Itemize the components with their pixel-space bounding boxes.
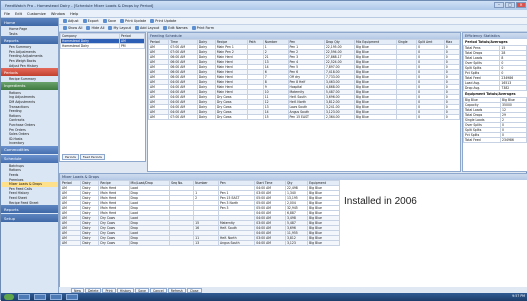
start-button[interactable] <box>4 294 14 300</box>
stat-row: Total Feed 234986 <box>462 137 527 143</box>
cell[interactable]: 2,364.00 <box>323 114 355 120</box>
stat-value: 234986 <box>500 137 527 143</box>
taskbar-clock: 9:57 PM <box>512 294 525 298</box>
cell[interactable]: 15 <box>262 114 289 120</box>
table-row[interactable]: AM 07:00 AM Dairy Dry Cows 15 Pen 15 EAST 2,36… <box>147 114 461 120</box>
toolbar1-icon-1 <box>82 19 87 23</box>
navigation-pane: Home Home Page Tasks Reports Pen Summary Pen … <box>1 18 59 301</box>
nav-section-schedule[interactable]: Schedule <box>1 154 58 163</box>
toolbar1-icon-3 <box>120 19 125 23</box>
maximize-button[interactable]: □ <box>505 2 515 8</box>
cell[interactable]: Dry Cows <box>98 240 130 246</box>
taskbar-app-1[interactable] <box>18 294 30 300</box>
menu-bar: File Edit Customize Window Help <box>1 10 527 18</box>
company-period-panel: Company Period Homestead Dairy AM Homestead … <box>59 32 146 162</box>
toolbar2-button-1[interactable]: Hide All <box>86 26 104 30</box>
taskbar-app-4[interactable] <box>66 294 78 300</box>
taskbar-app-2[interactable] <box>34 294 46 300</box>
cell: PM <box>119 43 145 49</box>
tab-feed-periods[interactable]: Feed Periods <box>79 154 105 160</box>
menu-window[interactable]: Window <box>51 12 65 16</box>
toolbar1-button-3[interactable]: Print Update <box>120 19 146 23</box>
toolbar1-icon-2 <box>102 19 107 23</box>
cell[interactable] <box>169 240 195 246</box>
toolbar2-button-0[interactable]: Show All <box>63 26 82 30</box>
title-bar: FeedWatch Pro - Homestead Dairy - [Sched… <box>1 1 527 10</box>
period-totals-table: Total Pens 15 Total Drops 28 Total Loads 8 Ove… <box>462 45 527 91</box>
cell[interactable]: 0 <box>416 114 445 120</box>
cell[interactable] <box>246 114 264 120</box>
cell[interactable]: 3,123 <box>284 240 309 246</box>
cell[interactable]: Big Blue <box>307 240 340 246</box>
cell[interactable]: 04:00 AM <box>254 240 286 246</box>
toolbar2-button-3[interactable]: Add Layout <box>135 26 159 30</box>
close-button[interactable]: × <box>516 2 526 8</box>
minimize-button[interactable]: – <box>494 2 504 8</box>
nav-section-ingredients[interactable]: Ingredients <box>1 81 58 90</box>
toolbar1-button-2[interactable]: Save <box>102 19 116 23</box>
taskbar-app-3[interactable] <box>50 294 62 300</box>
stat-label: Total Feed <box>462 137 502 143</box>
toolbar1-icon-0 <box>63 19 67 23</box>
menu-edit[interactable]: Edit <box>15 12 22 16</box>
toolbar2-icon-4 <box>163 26 168 30</box>
feeding-schedule-panel: Feeding Schedule Period Time Dairy Recipe Pa… <box>147 32 461 172</box>
window-title: FeedWatch Pro - Homestead Dairy - [Sched… <box>5 3 154 8</box>
menu-help[interactable]: Help <box>70 12 78 16</box>
installed-caption: Installed in 2006 <box>344 196 417 207</box>
cell[interactable]: Dry Cows <box>214 114 248 120</box>
cell[interactable]: Drop <box>128 240 171 246</box>
toolbar-primary: Adjust Export Save Print Update Print Update <box>59 18 527 25</box>
toolbar2-icon-3 <box>135 26 139 30</box>
cell[interactable] <box>395 114 418 120</box>
toolbar2-icon-2 <box>108 26 113 30</box>
toolbar2-button-5[interactable]: Print Form <box>191 26 214 30</box>
table-row[interactable]: AM Dairy Dry Cows Drop 13 Angus South 04:00 AM… <box>59 240 340 246</box>
cell[interactable]: Big Blue <box>353 114 398 120</box>
toolbar2-button-4[interactable]: Edit Names <box>163 26 188 30</box>
toolbar1-button-1[interactable]: Export <box>82 19 99 23</box>
cell[interactable]: AM <box>147 114 170 120</box>
cell[interactable]: Pen 15 EAST <box>287 114 325 120</box>
cell[interactable]: AM <box>59 240 82 246</box>
nav-section-commodities[interactable]: Commodities <box>1 145 58 154</box>
mixer-loads-panel: Mixer Loads & Drops Period Dairy Recipe Mix… <box>59 173 527 293</box>
nav-section-reports[interactable]: Reports <box>1 36 58 45</box>
stat-label: Drop Avg. <box>462 85 501 91</box>
nav-section-setup[interactable]: Setup <box>1 214 58 223</box>
toolbar1-button-4[interactable]: Print Update <box>150 19 176 23</box>
stat-value: 7382 <box>499 85 527 91</box>
menu-file[interactable]: File <box>4 12 10 16</box>
feeding-schedule-table: Period Time Dairy Recipe Path Number Pen Drop Q… <box>147 39 461 120</box>
cell[interactable]: 0 <box>443 114 461 120</box>
menu-customize[interactable]: Customize <box>27 12 46 16</box>
cell[interactable]: Dairy <box>80 240 100 246</box>
equipment-totals-table: Big Blue Big Blue Capacity 35000 Total Loads… <box>462 97 527 143</box>
efficiency-statistics-panel: Efficiency Statistics Period Totals/Aver… <box>462 32 527 172</box>
toolbar1-icon-4 <box>150 19 155 23</box>
nav-section-reports[interactable]: Reports <box>1 205 58 214</box>
toolbar2-icon-5 <box>191 26 196 30</box>
company-row[interactable]: Homestead Dairy PM <box>59 43 145 49</box>
cell[interactable]: 13 <box>193 240 219 246</box>
cell[interactable]: Dairy <box>196 114 216 120</box>
toolbar-secondary: Show All Hide All My Layout Add Layout Edit … <box>59 25 527 32</box>
cell: Homestead Dairy <box>59 43 121 49</box>
mixer-loads-table: Period Dairy Recipe Mix/Load/Drop Seq No. Num… <box>59 180 340 246</box>
toolbar2-button-2[interactable]: My Layout <box>108 26 131 30</box>
tab-periods[interactable]: Periods <box>62 154 79 160</box>
app-window: FeedWatch Pro - Homestead Dairy - [Sched… <box>0 0 527 301</box>
toolbar2-icon-0 <box>63 26 67 30</box>
company-table: Company Period Homestead Dairy AM Homestead … <box>59 33 145 49</box>
toolbar1-button-0[interactable]: Adjust <box>63 19 79 23</box>
cell[interactable]: 07:00 AM <box>168 114 198 120</box>
nav-section-periods[interactable]: Periods <box>1 68 58 77</box>
toolbar2-icon-1 <box>86 26 91 30</box>
stat-row: Drop Avg. 7382 <box>462 85 527 91</box>
cell[interactable]: Angus South <box>217 240 256 246</box>
nav-section-home[interactable]: Home <box>1 18 58 26</box>
